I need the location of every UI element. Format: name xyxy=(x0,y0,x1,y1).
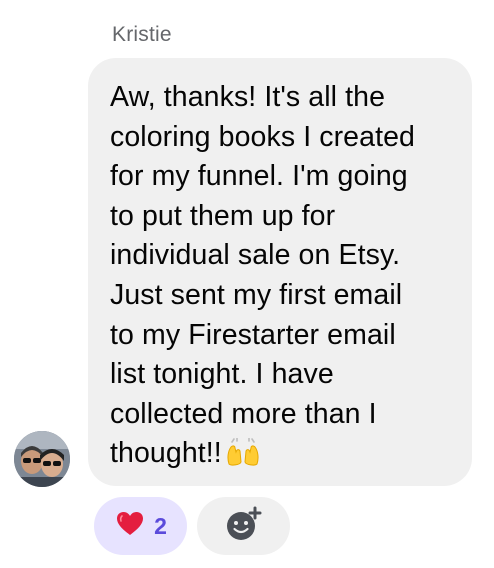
add-reaction-button[interactable] xyxy=(197,497,290,555)
message-line: individual sale on Etsy. xyxy=(110,239,401,272)
message-text: Aw, thanks! It's all the coloring books … xyxy=(110,78,450,478)
message-line: for my funnel. I'm going xyxy=(110,160,408,193)
avatar[interactable] xyxy=(14,431,70,487)
heart-reaction-button[interactable]: 2 xyxy=(94,497,187,555)
message-line-last: thought!! xyxy=(110,434,450,478)
message-line: to my Firestarter email xyxy=(110,318,396,351)
message-line: Just sent my first email xyxy=(110,278,403,311)
avatar-photo xyxy=(14,431,70,487)
message-line: coloring books I created xyxy=(110,120,415,153)
message-bubble[interactable]: Aw, thanks! It's all the coloring books … xyxy=(88,58,472,486)
message-line: Aw, thanks! It's all the xyxy=(110,81,386,113)
message-line: list tonight. I have xyxy=(110,358,334,391)
message-line: thought!! xyxy=(110,437,222,470)
raising-hands-emoji xyxy=(226,437,260,478)
reaction-count: 2 xyxy=(154,512,167,539)
message-line: to put them up for xyxy=(110,199,336,232)
sender-name: Kristie xyxy=(112,23,172,46)
heart-icon xyxy=(116,511,144,542)
message-line: collected more than I xyxy=(110,397,377,430)
add-reaction-icon xyxy=(225,506,263,547)
